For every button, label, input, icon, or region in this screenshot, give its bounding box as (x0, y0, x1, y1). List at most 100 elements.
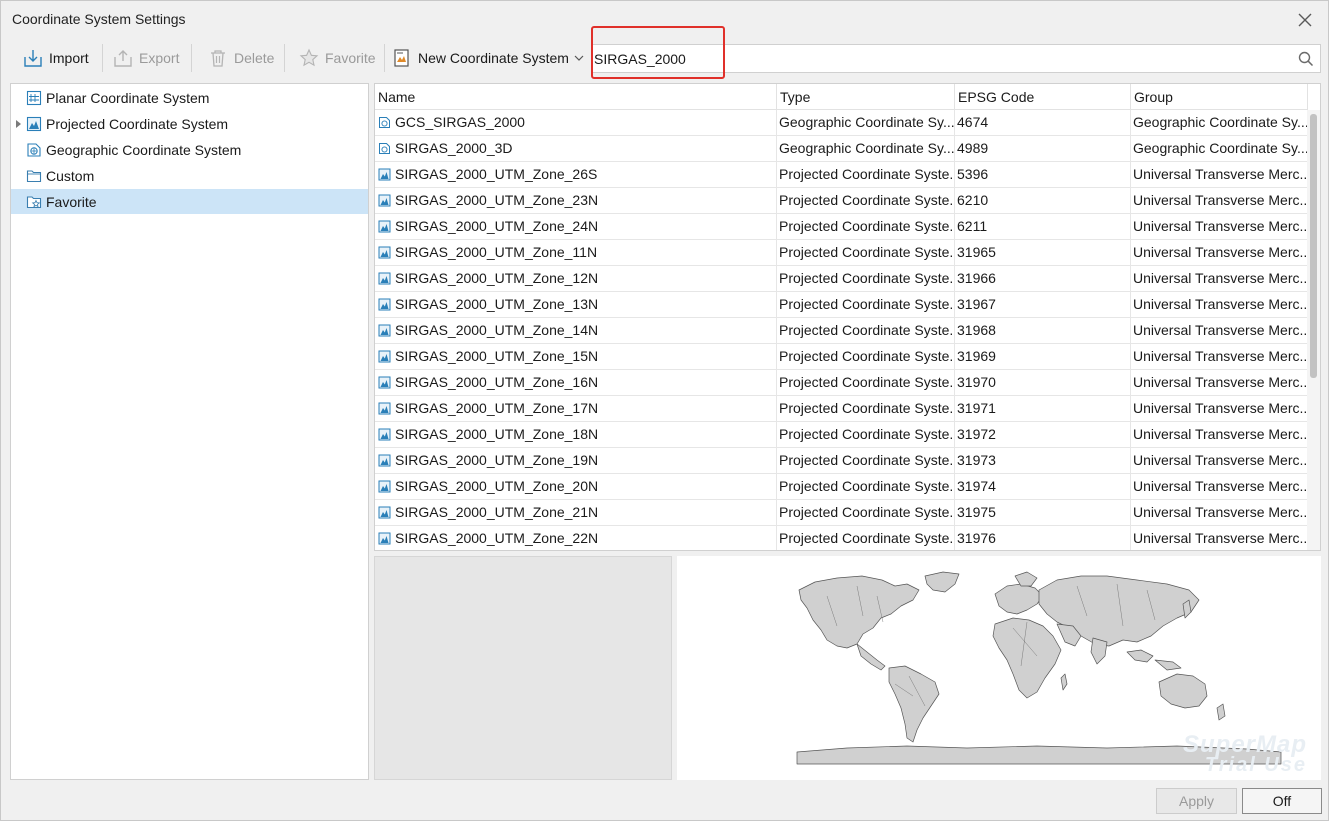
row-name-text: SIRGAS_2000_UTM_Zone_13N (395, 296, 599, 312)
import-label: Import (49, 50, 89, 66)
column-header-group[interactable]: Group (1131, 84, 1308, 110)
table-row[interactable]: SIRGAS_2000_UTM_Zone_22N Projected Coordi… (375, 526, 1308, 550)
toolbar-divider (284, 44, 285, 72)
table-row[interactable]: SIRGAS_2000_UTM_Zone_20N Projected Coordi… (375, 474, 1308, 500)
cell-name: SIRGAS_2000_UTM_Zone_15N (375, 344, 777, 370)
table-row[interactable]: SIRGAS_2000_UTM_Zone_21N Projected Coordi… (375, 500, 1308, 526)
cell-name: SIRGAS_2000_UTM_Zone_20N (375, 474, 777, 500)
cell-type: Projected Coordinate Syste... (777, 344, 955, 370)
cell-epsg: 4674 (955, 110, 1131, 136)
column-header-type[interactable]: Type (777, 84, 955, 110)
window-title: Coordinate System Settings (12, 11, 186, 27)
cell-type: Projected Coordinate Syste... (777, 370, 955, 396)
table-row[interactable]: SIRGAS_2000_UTM_Zone_15N Projected Coordi… (375, 344, 1308, 370)
projected-cs-icon (378, 298, 391, 311)
tree-item-planar[interactable]: Planar Coordinate System (11, 85, 368, 110)
table-header: Name Type EPSG Code Group (375, 84, 1308, 110)
cell-name: SIRGAS_2000_UTM_Zone_13N (375, 292, 777, 318)
export-icon (113, 48, 133, 68)
cell-type: Projected Coordinate Syste... (777, 318, 955, 344)
tree-item-label: Favorite (46, 193, 97, 210)
table-row[interactable]: SIRGAS_2000_UTM_Zone_13N Projected Coordi… (375, 292, 1308, 318)
cell-group: Universal Transverse Merc... (1131, 344, 1308, 370)
column-header-name[interactable]: Name (375, 84, 777, 110)
table-row[interactable]: SIRGAS_2000_UTM_Zone_17N Projected Coordi… (375, 396, 1308, 422)
cell-type: Projected Coordinate Syste... (777, 474, 955, 500)
off-button[interactable]: Off (1242, 788, 1322, 814)
row-name-text: SIRGAS_2000_UTM_Zone_14N (395, 322, 599, 338)
scrollbar-thumb[interactable] (1310, 114, 1317, 378)
tree-item-custom[interactable]: Custom (11, 163, 368, 188)
table-row[interactable]: SIRGAS_2000_UTM_Zone_14N Projected Coordi… (375, 318, 1308, 344)
cell-name: SIRGAS_2000_UTM_Zone_16N (375, 370, 777, 396)
tree-item-label: Projected Coordinate System (46, 115, 229, 132)
watermark-line: SuperMap (1182, 731, 1307, 758)
export-button[interactable]: Export (113, 41, 179, 75)
cell-type: Projected Coordinate Syste... (777, 500, 955, 526)
cell-group: Universal Transverse Merc... (1131, 526, 1308, 550)
apply-button[interactable]: Apply (1156, 788, 1237, 814)
chevron-down-icon (574, 55, 584, 61)
expand-arrow-icon[interactable] (15, 119, 23, 129)
import-button[interactable]: Import (23, 41, 89, 75)
projected-cs-icon (378, 454, 391, 467)
table-row[interactable]: GCS_SIRGAS_2000 Geographic Coordinate Sy.… (375, 110, 1308, 136)
cell-type: Projected Coordinate Syste... (777, 266, 955, 292)
table-row[interactable]: SIRGAS_2000_UTM_Zone_19N Projected Coordi… (375, 448, 1308, 474)
table-row[interactable]: SIRGAS_2000_UTM_Zone_24N Projected Coordi… (375, 214, 1308, 240)
import-icon (23, 48, 43, 68)
tree-item-projected[interactable]: Projected Coordinate System (11, 111, 368, 136)
cell-epsg: 31967 (955, 292, 1131, 318)
cell-name: SIRGAS_2000_UTM_Zone_22N (375, 526, 777, 550)
table-row[interactable]: SIRGAS_2000_UTM_Zone_16N Projected Coordi… (375, 370, 1308, 396)
cell-name: SIRGAS_2000_UTM_Zone_19N (375, 448, 777, 474)
table-row[interactable]: SIRGAS_2000_3D Geographic Coordinate Sy..… (375, 136, 1308, 162)
projected-cs-icon (378, 220, 391, 233)
coordinate-system-settings-dialog: Coordinate System Settings Import Export… (0, 0, 1329, 821)
row-name-text: SIRGAS_2000_UTM_Zone_26S (395, 166, 598, 182)
cell-type: Projected Coordinate Syste... (777, 292, 955, 318)
table-row[interactable]: SIRGAS_2000_UTM_Zone_26S Projected Coordi… (375, 162, 1308, 188)
cell-epsg: 4989 (955, 136, 1131, 162)
projected-cs-icon (378, 428, 391, 441)
tree-item-label: Geographic Coordinate System (46, 141, 242, 158)
cell-name: SIRGAS_2000_UTM_Zone_23N (375, 188, 777, 214)
cell-group: Universal Transverse Merc... (1131, 500, 1308, 526)
favorite-button[interactable]: Favorite (299, 41, 376, 75)
cell-name: SIRGAS_2000_UTM_Zone_26S (375, 162, 777, 188)
cell-epsg: 31971 (955, 396, 1131, 422)
table-row[interactable]: SIRGAS_2000_UTM_Zone_18N Projected Coordi… (375, 422, 1308, 448)
close-button[interactable] (1294, 9, 1316, 31)
cell-group: Geographic Coordinate Sy... (1131, 136, 1308, 162)
cell-name: SIRGAS_2000_UTM_Zone_18N (375, 422, 777, 448)
tree-item-favorite[interactable]: Favorite (11, 189, 368, 214)
cell-epsg: 31972 (955, 422, 1131, 448)
cell-group: Universal Transverse Merc... (1131, 292, 1308, 318)
cell-epsg: 31968 (955, 318, 1131, 344)
vertical-scrollbar[interactable] (1307, 110, 1320, 550)
new-coordinate-system-icon (392, 48, 412, 68)
projected-cs-icon (378, 480, 391, 493)
search-input[interactable] (594, 48, 1284, 70)
new-coordinate-system-dropdown[interactable]: New Coordinate System (392, 41, 584, 75)
row-name-text: SIRGAS_2000_UTM_Zone_21N (395, 504, 599, 520)
table-row[interactable]: SIRGAS_2000_UTM_Zone_23N Projected Coordi… (375, 188, 1308, 214)
toolbar-divider (102, 44, 103, 72)
info-panel (374, 556, 672, 780)
tree-item-geographic[interactable]: Geographic Coordinate System (11, 137, 368, 162)
favorite-folder-icon (26, 195, 42, 208)
cell-group: Universal Transverse Merc... (1131, 162, 1308, 188)
cell-type: Projected Coordinate Syste... (777, 188, 955, 214)
cell-group: Universal Transverse Merc... (1131, 266, 1308, 292)
geographic-cs-icon (27, 142, 41, 157)
cell-type: Projected Coordinate Syste... (777, 396, 955, 422)
cell-group: Geographic Coordinate Sy... (1131, 110, 1308, 136)
delete-button[interactable]: Delete (208, 41, 274, 75)
table-row[interactable]: SIRGAS_2000_UTM_Zone_12N Projected Coordi… (375, 266, 1308, 292)
search-icon[interactable] (1298, 51, 1314, 67)
cell-epsg: 31976 (955, 526, 1131, 550)
cell-epsg: 6210 (955, 188, 1131, 214)
table-row[interactable]: SIRGAS_2000_UTM_Zone_11N Projected Coordi… (375, 240, 1308, 266)
column-header-epsg[interactable]: EPSG Code (955, 84, 1131, 110)
watermark-line: Trial Use (1204, 754, 1307, 776)
